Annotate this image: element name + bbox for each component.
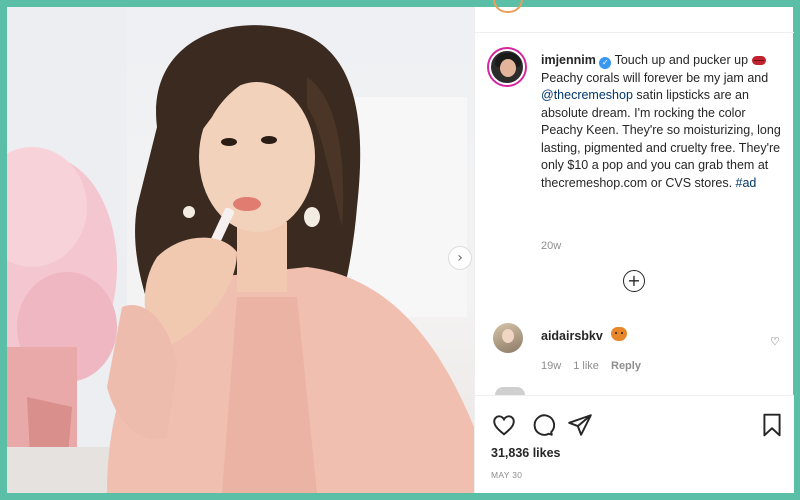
post-photo[interactable]: › bbox=[7, 7, 474, 493]
comment-like-heart-icon[interactable]: ♡ bbox=[770, 335, 780, 348]
caption-intro: Touch up and pucker up bbox=[614, 53, 749, 67]
next-photo-button[interactable]: › bbox=[448, 246, 472, 270]
post-date[interactable]: MAY 30 bbox=[491, 470, 522, 480]
post-side-panel: imjennim ✓ Touch up and pucker up Peachy… bbox=[474, 0, 794, 493]
commenter-username[interactable]: aidairsbkv bbox=[541, 329, 603, 343]
author-username[interactable]: imjennim bbox=[541, 53, 596, 67]
chevron-right-icon: › bbox=[457, 250, 463, 266]
caption-time-ago[interactable]: 20w bbox=[541, 240, 561, 252]
commenter-avatar[interactable] bbox=[493, 323, 523, 353]
comment-time-ago[interactable]: 19w bbox=[541, 360, 561, 372]
caption-after-lips: Peachy corals will forever be my jam and bbox=[541, 70, 769, 85]
tiger-emoji-icon bbox=[611, 327, 627, 341]
next-comment-avatar-peek bbox=[495, 387, 525, 395]
bookmark-icon[interactable] bbox=[759, 412, 785, 438]
comment-meta: 19w 1 like Reply bbox=[541, 360, 650, 372]
load-more-comments-button[interactable]: + bbox=[623, 270, 645, 292]
heart-icon[interactable] bbox=[491, 412, 517, 438]
paper-plane-icon[interactable] bbox=[567, 412, 593, 438]
comment-item: aidairsbkv 19w 1 like Reply ♡ bbox=[493, 321, 783, 381]
comment-likes[interactable]: 1 like bbox=[573, 360, 599, 372]
post-actions-bar: 31,836 likes MAY 30 bbox=[475, 395, 794, 493]
comment-reply-button[interactable]: Reply bbox=[611, 360, 641, 372]
post-photo-illustration bbox=[7, 7, 474, 493]
caption-mention-link[interactable]: @thecremeshop bbox=[541, 88, 633, 102]
add-circle-icon: + bbox=[627, 271, 641, 290]
verified-badge-icon: ✓ bbox=[599, 57, 612, 69]
likes-count[interactable]: 31,836 likes bbox=[491, 446, 561, 460]
author-avatar[interactable] bbox=[489, 49, 525, 85]
lips-emoji-icon bbox=[751, 56, 766, 65]
caption-body: satin lipsticks are an absolute dream. I… bbox=[541, 88, 781, 190]
header-avatar[interactable] bbox=[493, 0, 523, 13]
caption-hashtag-link[interactable]: #ad bbox=[736, 176, 757, 190]
caption-text: imjennim ✓ Touch up and pucker up Peachy… bbox=[541, 52, 785, 192]
post-header bbox=[475, 0, 794, 33]
comment-bubble-icon[interactable] bbox=[529, 412, 555, 438]
